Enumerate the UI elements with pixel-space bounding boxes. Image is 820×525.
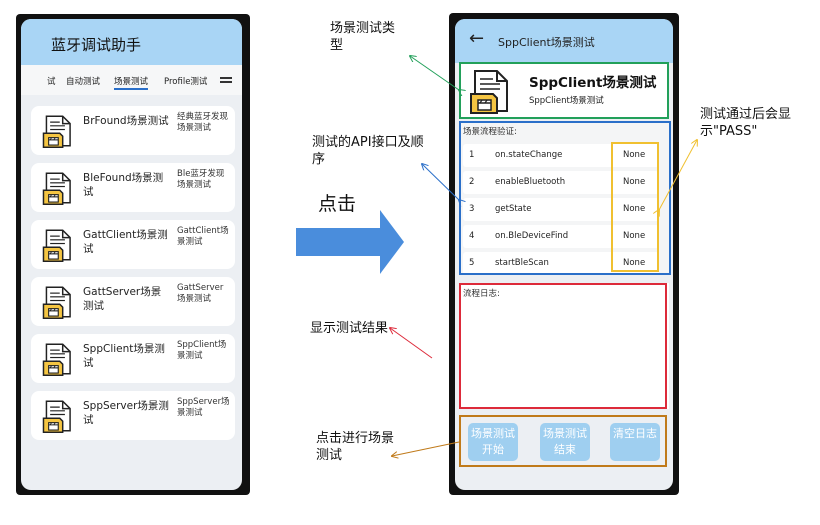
scene-card[interactable]: SppServer场景测试 SppServer场景测试 [31,391,235,440]
result-column-highlight-box [611,142,659,272]
app-header: 蓝牙调试助手 [21,19,242,65]
document-clapper-icon [42,284,76,324]
tab-auto-test[interactable]: 自动测试 [66,75,100,87]
scene-card-name: GattClient场景测试 [83,229,168,255]
annotation-scene-type: 场景测试类型 [330,21,396,53]
document-clapper-icon [42,170,76,210]
back-arrow-icon[interactable]: ← [469,29,484,49]
scene-card[interactable]: BrFound场景测试 经典蓝牙发现场景测试 [31,106,235,155]
scene-card-name: SppServer场景测试 [83,400,169,426]
scene-card[interactable]: GattServer场景测试 GattServer场景测试 [31,277,235,326]
big-right-arrow-icon [296,210,404,274]
scene-card-desc: SppClient场景测试 [177,340,227,361]
tab-bar: 试 自动测试 场景测试 Profile测试 [21,65,242,95]
scene-card[interactable]: GattClient场景测试 GattClient场景测试 [31,220,235,269]
scene-card-desc: Ble蓝牙发现场景测试 [177,169,225,190]
annotation-show-result: 显示测试结果 [310,321,389,336]
scene-card[interactable]: BleFound场景测试 Ble蓝牙发现场景测试 [31,163,235,212]
phone1-screen: 蓝牙调试助手 试 自动测试 场景测试 Profile测试 BrFound场景测试… [21,19,242,490]
detail-title: SppClient场景测试 [498,36,595,49]
tab-profile-test[interactable]: Profile测试 [164,75,207,87]
annotation-click-run: 点击进行场景测试 [316,431,395,463]
scene-card-name: BrFound场景测试 [83,115,169,127]
scene-card-desc: GattServer场景测试 [177,283,224,304]
document-clapper-icon [42,398,76,438]
scene-card-name: BleFound场景测试 [83,172,164,198]
document-clapper-icon [42,113,76,153]
scene-card-name: SppClient场景测试 [83,343,165,369]
scene-card-desc: SppServer场景测试 [177,397,230,418]
annotation-api-order: 测试的API接口及顺序 [312,135,424,167]
annotation-pass-note: 测试通过后会显示"PASS" [700,107,792,139]
buttons-highlight-box [459,415,667,467]
scene-card-name: GattServer场景测试 [83,286,162,312]
arrow-show-result [390,328,433,359]
scene-card-desc: 经典蓝牙发现场景测试 [177,112,229,133]
tab-scene-test[interactable]: 场景测试 [114,75,149,90]
menu-icon[interactable] [220,77,232,85]
scene-card-desc: GattClient场景测试 [177,226,229,247]
document-clapper-icon [42,227,76,267]
tab-partial[interactable]: 试 [47,75,56,87]
scene-type-highlight-box [459,62,669,119]
app-title: 蓝牙调试助手 [51,36,142,54]
document-clapper-icon [42,341,76,381]
detail-header: ← SppClient场景测试 [455,19,673,63]
scene-card[interactable]: SppClient场景测试 SppClient场景测试 [31,334,235,383]
annotation-click: 点击 [318,193,357,215]
log-highlight-box [459,283,667,409]
